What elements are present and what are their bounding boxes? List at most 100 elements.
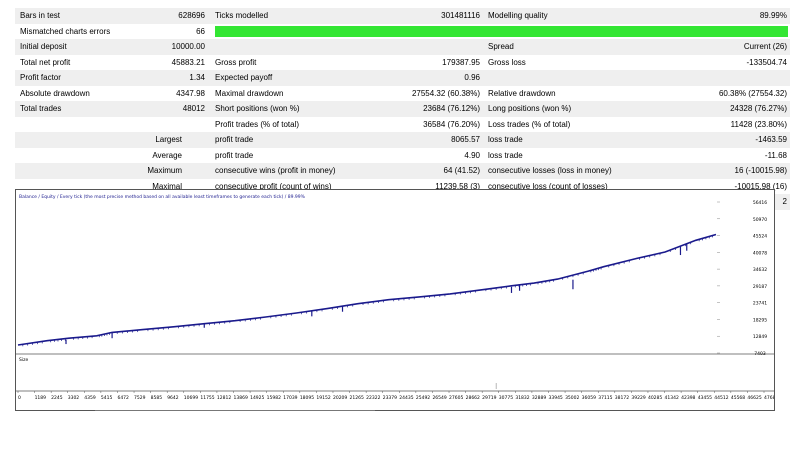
x-tick-label: 12812 [217, 395, 231, 401]
balance-chart: Balance / Equity / Every tick (the most … [15, 189, 775, 411]
metric-label: Long positions (won %) [488, 104, 572, 113]
metric-value: 301481116 [441, 11, 480, 20]
x-tick-label: 4359 [84, 395, 96, 401]
x-tick-label: 25492 [416, 395, 430, 401]
y-tick-label: 45524 [753, 234, 767, 240]
metric-value: 48012 [182, 104, 205, 113]
metric-value: 60.38% (27554.32) [718, 88, 787, 98]
x-tick-label: 9642 [167, 395, 179, 401]
x-tick-label: 8585 [151, 395, 163, 401]
metric-value: 36584 (76.20%) [423, 119, 480, 129]
metric-value: 45883.21 [171, 57, 205, 67]
chart-legend: Balance / Equity / Every tick (the most … [19, 194, 306, 200]
x-tick-label: 23379 [383, 395, 397, 401]
metric-label: loss trade [488, 150, 523, 160]
x-tick-label: 44512 [714, 395, 728, 401]
y-tick-label: 18295 [753, 317, 767, 323]
report-row: Total trades 48012 Short positions (won %)… [15, 101, 790, 117]
x-tick-label: 24435 [399, 395, 413, 401]
metric-value: 27554.32 (60.38%) [411, 88, 480, 98]
metric-value: 8065.57 [451, 135, 480, 144]
x-tick-label: 47682 [764, 395, 774, 401]
x-tick-label: 15982 [267, 395, 281, 401]
metric-value: -133504.74 [746, 57, 787, 67]
x-tick-label: 36059 [582, 395, 596, 401]
metric-value: 2 [782, 197, 787, 206]
x-tick-label: 31832 [515, 395, 529, 401]
y-tick-label: 7403 [754, 351, 766, 357]
metric-value: 66 [196, 26, 205, 36]
x-tick-label: 5415 [101, 395, 113, 401]
y-tick-label: 34632 [753, 267, 767, 273]
x-tick-label: 2245 [51, 395, 63, 401]
metric-value: 628696 [178, 11, 205, 20]
report-row: Total net profit 45883.21 Gross profit 1793… [15, 55, 790, 71]
x-tick-label: 0 [18, 395, 21, 401]
x-tick-label: 46625 [747, 395, 761, 401]
report-row: Maximum consecutive wins (profit in money… [15, 163, 790, 179]
metric-label: loss trade [488, 135, 523, 144]
x-tick-label: 7529 [134, 395, 146, 401]
metric-value: Current (26) [743, 42, 787, 51]
metric-label: Gross loss [488, 57, 526, 67]
x-tick-label: 10699 [184, 395, 198, 401]
metric-label: Loss trades (% of total) [488, 119, 571, 129]
y-tick-label: 23741 [753, 301, 767, 307]
metric-value: 24328 (76.27%) [730, 104, 787, 113]
x-tick-label: 27605 [449, 395, 463, 401]
modelling-quality-bar [215, 25, 788, 37]
metric-value: -11.68 [764, 150, 787, 160]
metric-value: 1.34 [189, 73, 205, 82]
report-table: Bars in test 628696 Ticks modelled 30148111… [15, 8, 790, 210]
metric-value: 11428 (23.80%) [730, 119, 787, 129]
metric-label: Expected payoff [215, 73, 273, 82]
x-tick-label: 35002 [565, 395, 579, 401]
report-row: Profit factor 1.34 Expected payoff 0.96 [15, 70, 790, 86]
x-tick-label: 20209 [333, 395, 347, 401]
x-tick-label: 22322 [366, 395, 380, 401]
metric-label: Total net profit [20, 57, 71, 67]
y-tick-label: 29187 [753, 284, 767, 290]
metric-label: profit trade [215, 150, 254, 160]
metric-label: Modelling quality [488, 11, 548, 20]
x-tick-label: 21265 [350, 395, 364, 401]
x-tick-label: 33945 [548, 395, 562, 401]
report-row: Profit trades (% of total) 36584 (76.20%)… [15, 117, 790, 133]
metric-label: Initial deposit [20, 42, 67, 51]
x-tick-label: 13869 [234, 395, 248, 401]
x-tick-label: 14925 [250, 395, 264, 401]
metric-qualifier: Largest [155, 135, 182, 144]
x-tick-label: 28662 [466, 395, 480, 401]
metric-qualifier: Average [152, 150, 182, 160]
x-tick-label: 1189 [35, 395, 47, 401]
metric-label: Gross profit [215, 57, 257, 67]
y-tick-label: 12849 [753, 334, 767, 340]
report-row: Largest profit trade 8065.57 loss trade -146… [15, 132, 790, 148]
chart-canvas: Balance / Equity / Every tick (the most … [16, 194, 774, 401]
x-tick-label: 40285 [648, 395, 662, 401]
metric-label: consecutive losses (loss in money) [488, 166, 612, 175]
x-tick-label: 19152 [316, 395, 330, 401]
metric-qualifier: Maximum [147, 166, 182, 175]
metric-label: Total trades [20, 104, 62, 113]
x-tick-label: 26549 [432, 395, 446, 401]
x-tick-label: 41342 [665, 395, 679, 401]
metric-label: consecutive wins (profit in money) [215, 166, 336, 175]
metric-label: Spread [488, 42, 514, 51]
metric-value: 0.96 [464, 73, 480, 82]
x-tick-label: 43455 [698, 395, 712, 401]
metric-value: 4.90 [464, 150, 480, 160]
metric-value: 23684 (76.12%) [423, 104, 480, 113]
metric-label: Absolute drawdown [20, 88, 90, 98]
scroll-rule [95, 410, 375, 411]
x-tick-label: 39229 [631, 395, 645, 401]
x-tick-label: 11755 [200, 395, 214, 401]
x-tick-label: 32889 [532, 395, 546, 401]
x-tick-label: 37115 [598, 395, 612, 401]
metric-label: Bars in test [20, 11, 61, 20]
x-tick-label: 29719 [482, 395, 496, 401]
metric-value: 10000.00 [171, 42, 205, 51]
metric-value: 64 (41.52) [443, 166, 480, 175]
x-tick-label: 17039 [283, 395, 297, 401]
size-pane-label: Size [19, 357, 28, 363]
